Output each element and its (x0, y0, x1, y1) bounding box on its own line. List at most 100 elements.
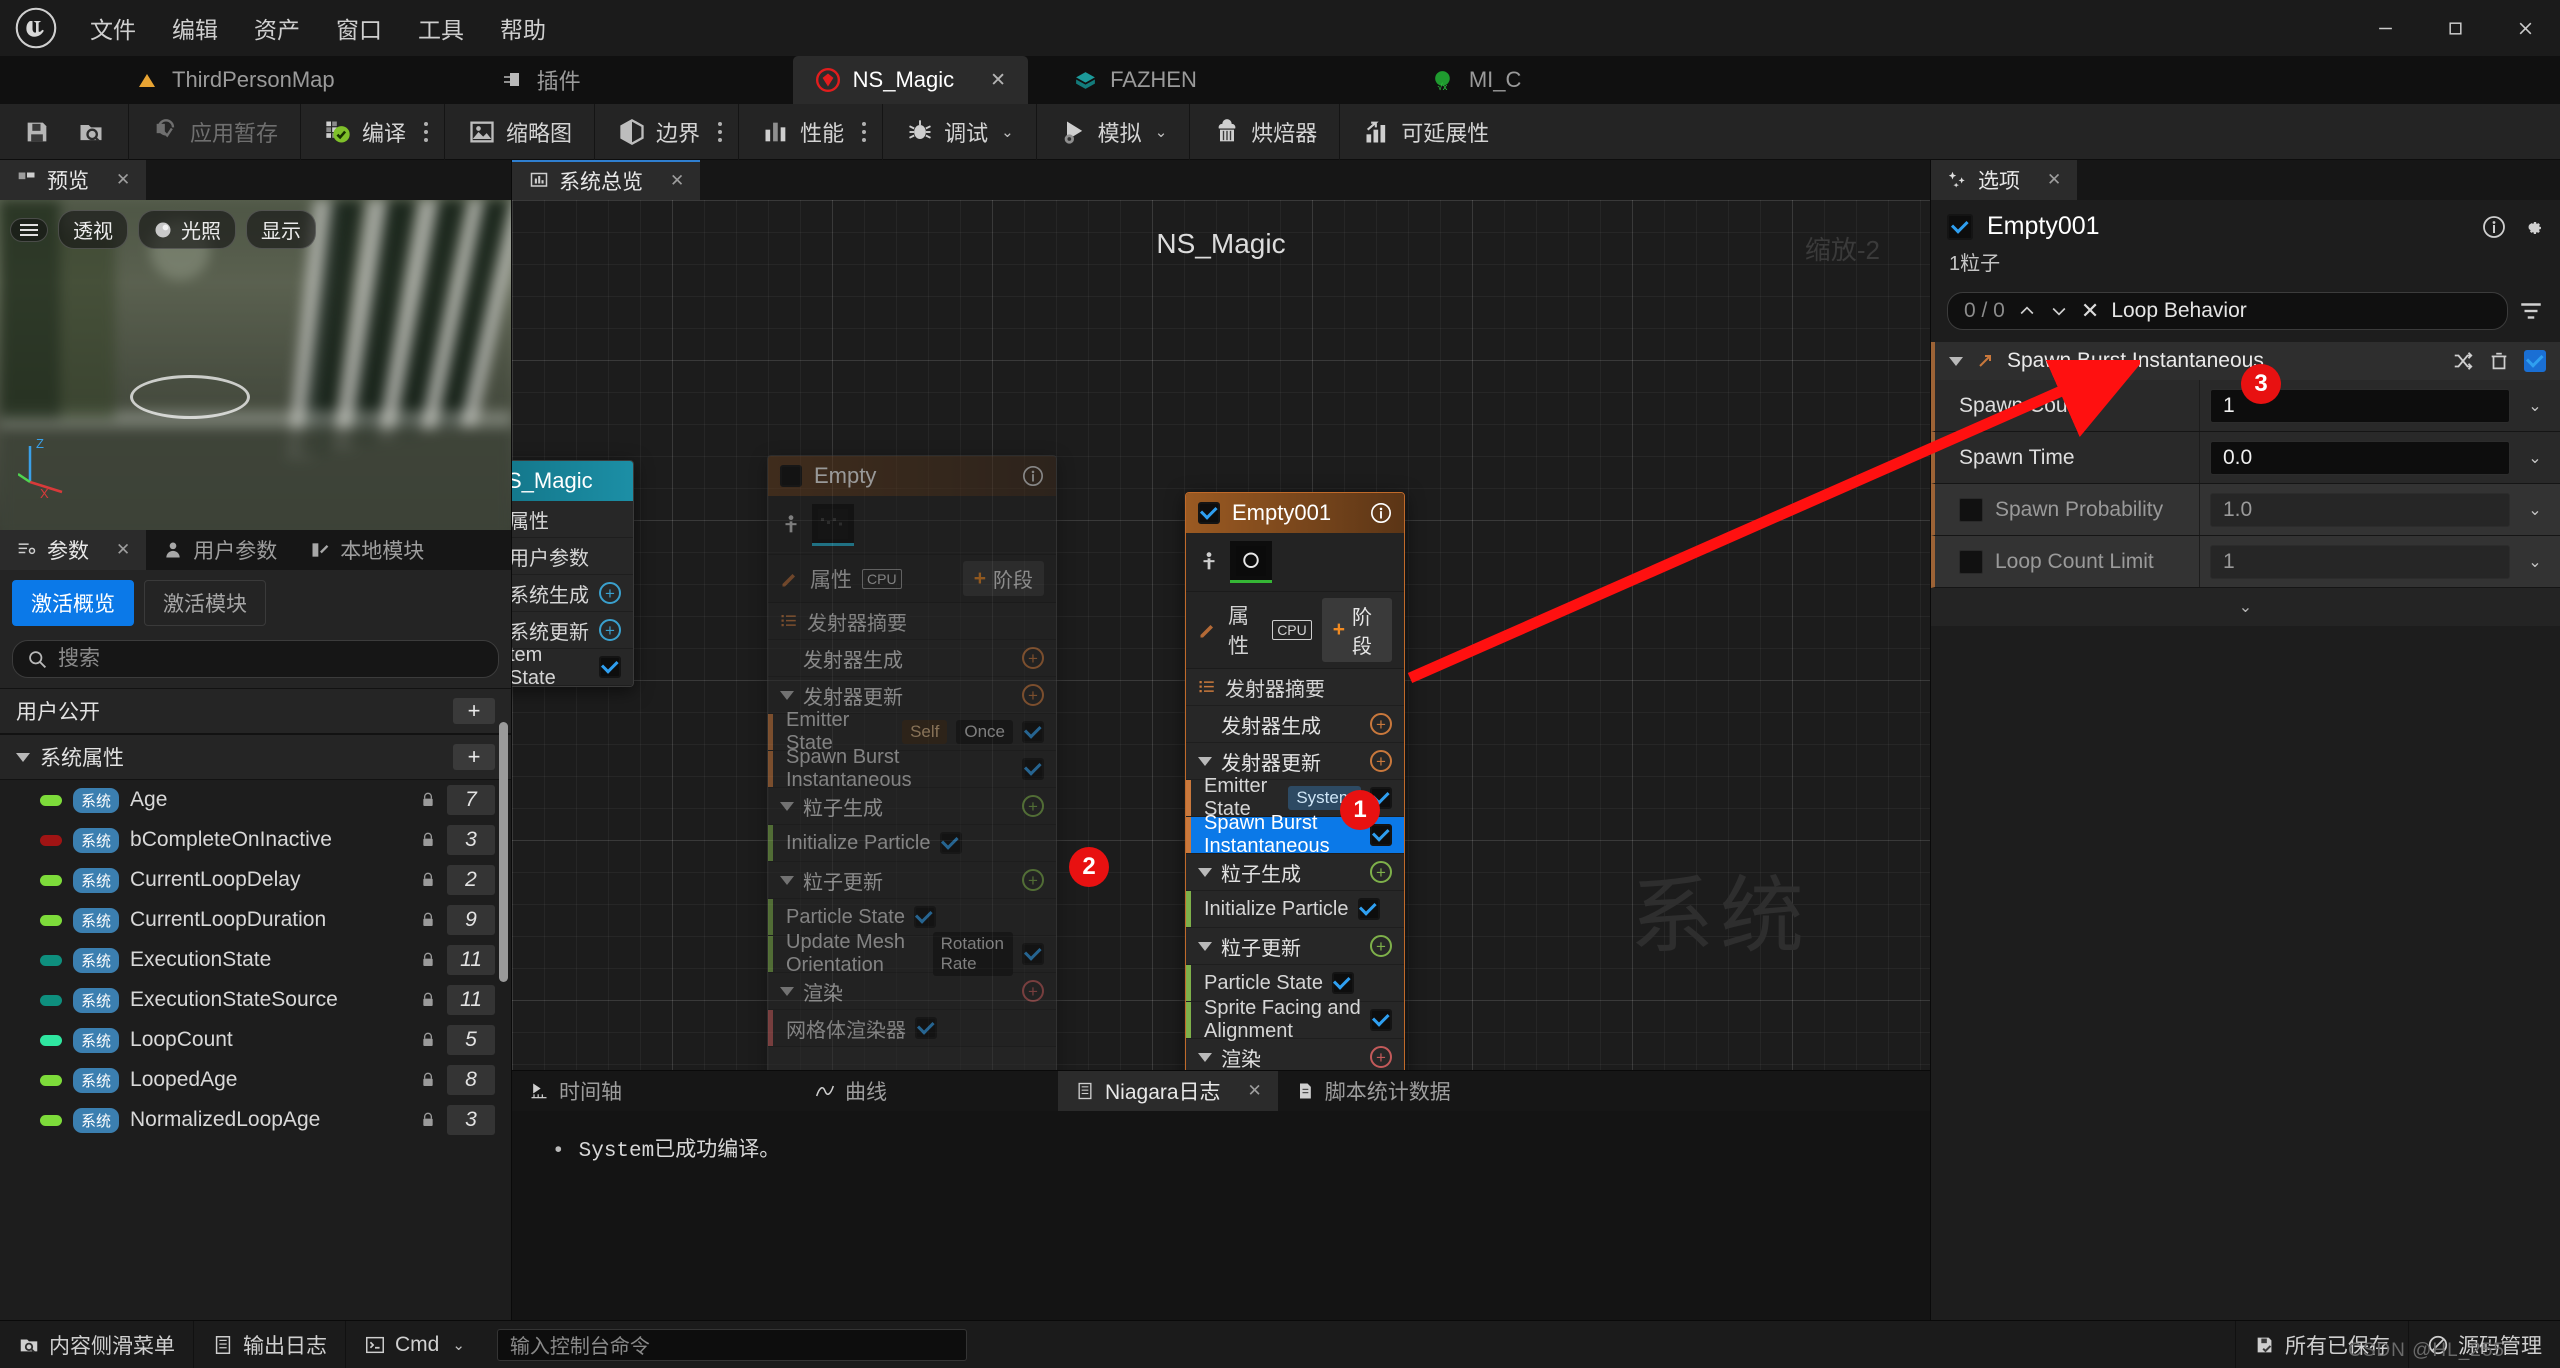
module-checkbox[interactable] (1022, 721, 1044, 743)
menu-item-assets[interactable]: 资产 (236, 5, 318, 51)
parameter-row[interactable]: 系统 CurrentLoopDuration 9 (0, 900, 511, 940)
property-enable-checkbox[interactable] (1959, 497, 1983, 522)
gear-icon[interactable] (2520, 215, 2544, 239)
chevron-down-icon[interactable]: ⌄ (2520, 500, 2550, 520)
stack-group-row[interactable]: 粒子生成 + (768, 788, 1056, 825)
search-input[interactable] (58, 647, 484, 671)
bounds-button[interactable]: 边界 (605, 110, 712, 154)
stack-group-row[interactable]: 粒子更新 + (1186, 928, 1404, 965)
debug-button[interactable]: 调试 ⌄ (893, 110, 1026, 154)
options-search-pill[interactable]: 0 / 0 ✕ Loop Behavior (1947, 292, 2508, 330)
output-log-button[interactable]: 输出日志 (194, 1320, 346, 1368)
search-box[interactable] (12, 640, 499, 678)
save-button[interactable] (10, 111, 64, 153)
system-node-header[interactable]: S_Magic (512, 461, 633, 501)
cmd-mode-button[interactable]: Cmd ⌄ (346, 1321, 483, 1368)
stack-module-row[interactable]: Initialize Particle (1186, 891, 1404, 928)
add-module-icon[interactable]: + (1370, 713, 1392, 735)
viewport-lighting-button[interactable]: 光照 (138, 210, 236, 249)
chevron-down-icon[interactable] (1198, 941, 1212, 951)
add-user-parameter-button[interactable]: + (453, 698, 495, 724)
add-module-icon[interactable]: + (1370, 861, 1392, 883)
chevron-down-icon[interactable] (1198, 1052, 1212, 1062)
add-module-icon[interactable]: + (1022, 647, 1044, 669)
selection-enable-checkbox[interactable] (1947, 213, 1973, 240)
chevron-down-icon[interactable]: ⌄ (2520, 448, 2550, 468)
parameter-row[interactable]: 系统 LoopedAge 8 (0, 1060, 511, 1100)
module-enable-checkbox[interactable] (2524, 350, 2546, 372)
section-user-exposed[interactable]: 用户公开 + (0, 688, 511, 734)
chevron-down-icon[interactable] (1949, 356, 1963, 366)
parameter-row[interactable]: 系统 bCompleteOnInactive 3 (0, 820, 511, 860)
performance-button[interactable]: 性能 (749, 110, 856, 154)
emitter-empty-summary-row[interactable]: 发射器摘要 (768, 603, 1056, 640)
emitter-empty-header[interactable]: Empty (768, 456, 1056, 496)
emitter-empty001-attributes-row[interactable]: 属性 CPU + 阶段 (1186, 591, 1404, 669)
tab-system-overview-close-icon[interactable]: ✕ (670, 171, 684, 191)
minimize-icon[interactable] (2350, 0, 2420, 56)
clear-search-icon[interactable]: ✕ (2081, 298, 2099, 324)
info-icon[interactable] (1022, 465, 1044, 487)
asset-tab-plugins[interactable]: 插件 (477, 56, 603, 104)
property-row[interactable]: Spawn Time 0.0 ⌄ (1931, 432, 2560, 484)
tab-options[interactable]: 选项 ✕ (1931, 160, 2078, 200)
stack-module-row[interactable]: Update Mesh Orientation Rotation Rate (768, 931, 1056, 976)
add-module-icon[interactable]: + (1022, 795, 1044, 817)
emitter-empty001-header[interactable]: Empty001 (1186, 493, 1404, 533)
chevron-down-icon[interactable]: ⌄ (2520, 396, 2550, 416)
asset-tab-ns-magic[interactable]: NS_Magic ✕ (792, 56, 1029, 104)
performance-options-button[interactable] (856, 121, 872, 142)
menu-item-tools[interactable]: 工具 (400, 5, 482, 51)
module-checkbox[interactable] (1331, 972, 1354, 994)
trash-icon[interactable] (2488, 350, 2510, 372)
parameter-value[interactable]: 11 (447, 945, 495, 975)
viewport-menu-button[interactable] (10, 217, 48, 242)
stack-group-row[interactable]: 发射器生成 + (768, 640, 1056, 677)
filter-icon[interactable] (2518, 298, 2544, 324)
property-enable-checkbox[interactable] (1959, 549, 1983, 574)
content-drawer-button[interactable]: 内容侧滑菜单 (0, 1320, 194, 1368)
emitter-empty-attributes-row[interactable]: 属性 CPU + 阶段 (768, 554, 1056, 603)
viewport-perspective-button[interactable]: 透视 (58, 210, 128, 249)
segment-activation-modules[interactable]: 激活模块 (144, 580, 266, 626)
maximize-icon[interactable] (2420, 0, 2490, 56)
add-module-icon[interactable]: + (599, 582, 621, 604)
tab-user-parameters[interactable]: 用户参数 (146, 530, 293, 570)
module-checkbox[interactable] (913, 906, 936, 928)
section-system-attributes[interactable]: 系统属性 + (0, 734, 511, 780)
stack-module-row[interactable]: Initialize Particle (768, 825, 1056, 862)
viewport-show-button[interactable]: 显示 (246, 210, 316, 249)
asset-tab-thirdpersonmap[interactable]: ThirdPersonMap (112, 56, 357, 104)
stack-module-row[interactable]: 网格体渲染器 (768, 1010, 1056, 1047)
emitter-enable-checkbox[interactable] (780, 465, 802, 487)
emitter-empty001-summary-row[interactable]: 发射器摘要 (1186, 669, 1404, 706)
add-module-icon[interactable]: + (1370, 1046, 1392, 1068)
stack-group-row[interactable]: 发射器生成 + (1186, 706, 1404, 743)
add-module-icon[interactable]: + (1022, 869, 1044, 891)
module-checkbox[interactable] (1370, 824, 1392, 846)
shuffle-icon[interactable] (2452, 350, 2474, 372)
tab-preview[interactable]: 预览 ✕ (0, 160, 147, 200)
compile-button[interactable]: 编译 (311, 110, 418, 154)
stack-group-row[interactable]: 渲染 + (1186, 1039, 1404, 1070)
stack-group-row[interactable]: 渲染 + (768, 973, 1056, 1010)
emitter-node-empty001[interactable]: Empty001 属性 CPU + 阶段 发射器摘要 发射器生成 + 发射器更新… (1185, 492, 1405, 1070)
property-value-input[interactable]: 0.0 (2210, 440, 2510, 475)
module-checkbox[interactable] (1357, 898, 1380, 920)
simulate-button[interactable]: 模拟 ⌄ (1047, 110, 1180, 154)
parameter-value[interactable]: 11 (447, 985, 495, 1015)
menu-item-edit[interactable]: 编辑 (154, 5, 236, 51)
chevron-down-icon[interactable] (780, 801, 794, 811)
parameter-row[interactable]: 系统 LoopCount 5 (0, 1020, 511, 1060)
apply-scratch-button[interactable]: 应用暂存 (139, 110, 290, 154)
stack-module-row[interactable]: Sprite Facing and Alignment (1186, 997, 1404, 1042)
info-icon[interactable] (2482, 215, 2506, 239)
system-node-row-attributes[interactable]: 属性 (512, 501, 633, 538)
module-checkbox[interactable] (939, 832, 962, 854)
parameter-value[interactable]: 9 (447, 905, 495, 935)
parameter-row[interactable]: 系统 ExecutionState 11 (0, 940, 511, 980)
compile-options-button[interactable] (418, 121, 434, 142)
tab-niagara-log-close-icon[interactable]: ✕ (1248, 1081, 1262, 1101)
parameter-row[interactable]: 系统 ExecutionStateSource 11 (0, 980, 511, 1020)
preview-viewport[interactable]: 透视 光照 显示 Z X (0, 200, 511, 530)
